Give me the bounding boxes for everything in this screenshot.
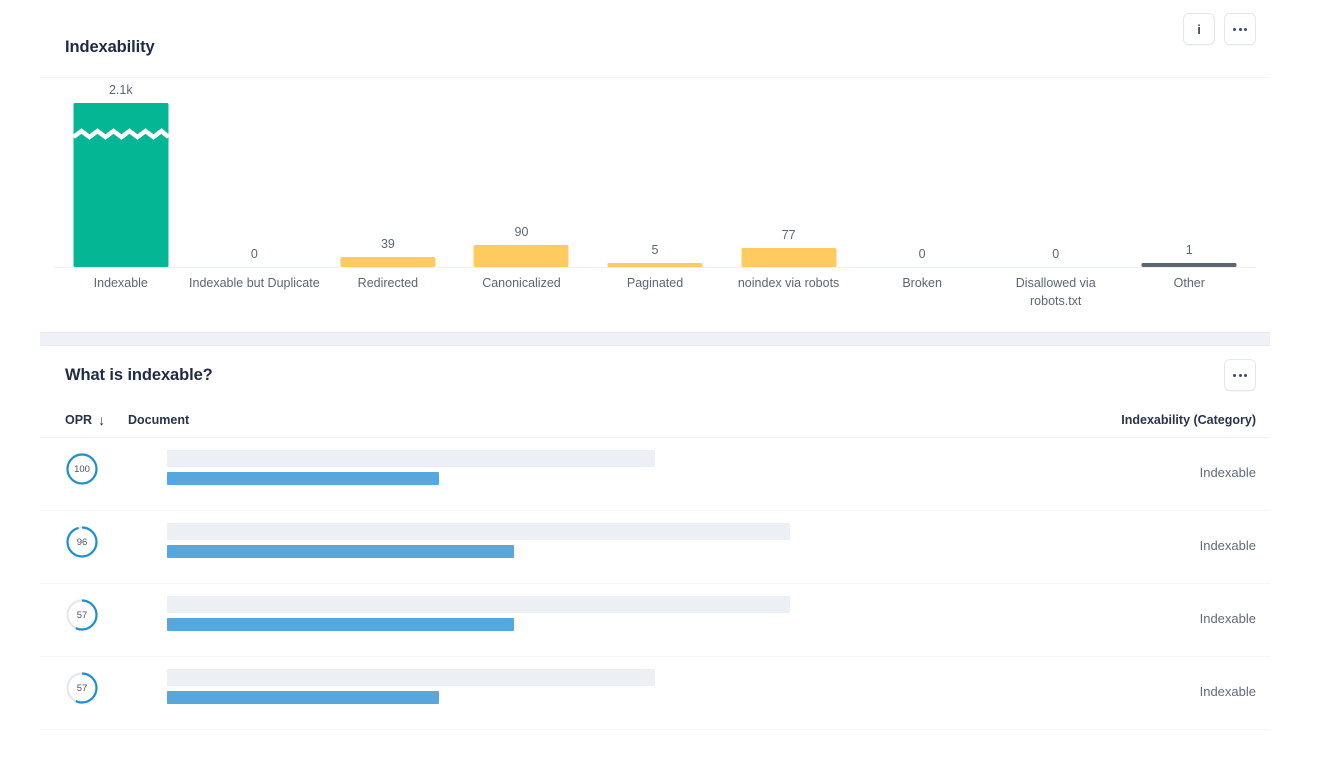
chart-bar-value: 5 [651,243,659,257]
chart-bar-column[interactable]: 2.1k Indexable [54,78,188,332]
chart-bar-label: Disallowed via robots.txt [1015,276,1096,308]
opr-score-value: 57 [76,682,88,694]
table-header-actions [1224,359,1256,391]
table-row[interactable]: 57 Indexable [40,584,1270,657]
indexability-card: Indexability i 2.1k Indexable 0 Indexable b… [40,0,1270,332]
chart-bar-column[interactable]: 39 Redirected [321,78,455,332]
chart-bar-label: Indexable but Duplicate [189,276,320,290]
indexability-category-value: Indexable [1199,465,1256,480]
ellipsis-icon [1233,27,1247,31]
page-root: Indexability i 2.1k Indexable 0 Indexable b… [0,0,1324,760]
column-header-indexability-category[interactable]: Indexability (Category) [1121,413,1256,427]
chart-bar-value: 0 [1052,247,1060,261]
chart-bar-label: Indexable [93,276,148,290]
chart-bar-label: Broken [902,276,942,290]
opr-score-value: 96 [76,536,88,548]
table-row[interactable]: 96 Indexable [40,511,1270,584]
chart-bar-label: Other [1173,276,1205,290]
chart-bar-label: Canonicalized [482,276,561,290]
document-title-redacted [167,596,790,613]
opr-score-value: 100 [74,463,90,475]
chart-bar-column[interactable]: 90 Canonicalized [455,78,589,332]
table-row[interactable]: 57 Indexable [40,657,1270,730]
indexability-category-value: Indexable [1199,538,1256,553]
column-header-document[interactable]: Document [128,413,189,427]
chart-bar-value: 1 [1185,243,1193,257]
document-title-redacted [167,523,790,540]
indexability-category-value: Indexable [1199,684,1256,699]
document-url-redacted[interactable] [167,545,514,558]
chart-bar-value: 77 [781,228,796,242]
info-button[interactable]: i [1183,13,1215,45]
document-url-redacted[interactable] [167,691,439,704]
section-divider-band [40,332,1270,346]
indexability-header-actions: i [1183,13,1256,45]
chart-bar[interactable] [1141,263,1237,267]
chart-bar[interactable] [340,257,436,267]
opr-score-ring: 57 [65,671,99,705]
opr-score-ring: 96 [65,525,99,559]
table-row[interactable]: 100 Indexable [40,438,1270,511]
column-header-opr[interactable]: OPR ↓ [65,413,105,427]
table-body: 100 Indexable 96 Indexable 57 Indexable 57 Inde… [40,438,1270,730]
chart-bar-value: 90 [514,225,529,239]
chart-bar[interactable] [473,245,569,267]
chart-bar-column[interactable]: 0 Disallowed via robots.txt [989,78,1123,332]
indexability-card-header: Indexability i [40,0,1270,78]
info-icon: i [1197,21,1201,37]
chart-bar-value: 0 [918,247,926,261]
chart-bar-value: 39 [380,237,395,251]
chart-bar-column[interactable]: 77 noindex via robots [722,78,856,332]
opr-score-ring: 100 [65,452,99,486]
chart-bar-label: Paginated [626,276,684,290]
chart-bar-column[interactable]: 1 Other [1123,78,1257,332]
document-title-redacted [167,450,655,467]
ellipsis-icon [1233,373,1247,377]
chart-bar-column[interactable]: 0 Broken [855,78,989,332]
document-title-redacted [167,669,655,686]
chart-bar[interactable] [741,248,837,267]
chart-bar[interactable] [73,103,169,267]
indexability-bar-chart: 2.1k Indexable 0 Indexable but Duplicate 39 R… [40,78,1270,332]
chart-bar-column[interactable]: 0 Indexable but Duplicate [188,78,322,332]
chart-bar-value: 0 [250,247,258,261]
chart-bar-value: 2.1k [108,83,133,97]
chart-bar[interactable] [607,263,703,267]
page-title: Indexability [65,38,155,56]
sort-descending-icon: ↓ [98,412,106,428]
what-is-indexable-card: What is indexable? OPR ↓ Document Indexa… [40,347,1270,730]
chart-bar-label: noindex via robots [737,276,840,290]
chart-bars: 2.1k Indexable 0 Indexable but Duplicate 39 R… [54,78,1256,332]
opr-score-value: 57 [76,609,88,621]
more-button[interactable] [1224,13,1256,45]
document-url-redacted[interactable] [167,618,514,631]
table-card-header: What is indexable? [40,347,1270,403]
document-url-redacted[interactable] [167,472,439,485]
opr-score-ring: 57 [65,598,99,632]
more-button[interactable] [1224,359,1256,391]
chart-bar-label: Redirected [357,276,419,290]
chart-bar-column[interactable]: 5 Paginated [588,78,722,332]
table-title: What is indexable? [65,366,213,384]
table-column-headers: OPR ↓ Document Indexability (Category) [40,403,1270,438]
indexability-category-value: Indexable [1199,611,1256,626]
column-header-opr-label: OPR [65,413,93,427]
